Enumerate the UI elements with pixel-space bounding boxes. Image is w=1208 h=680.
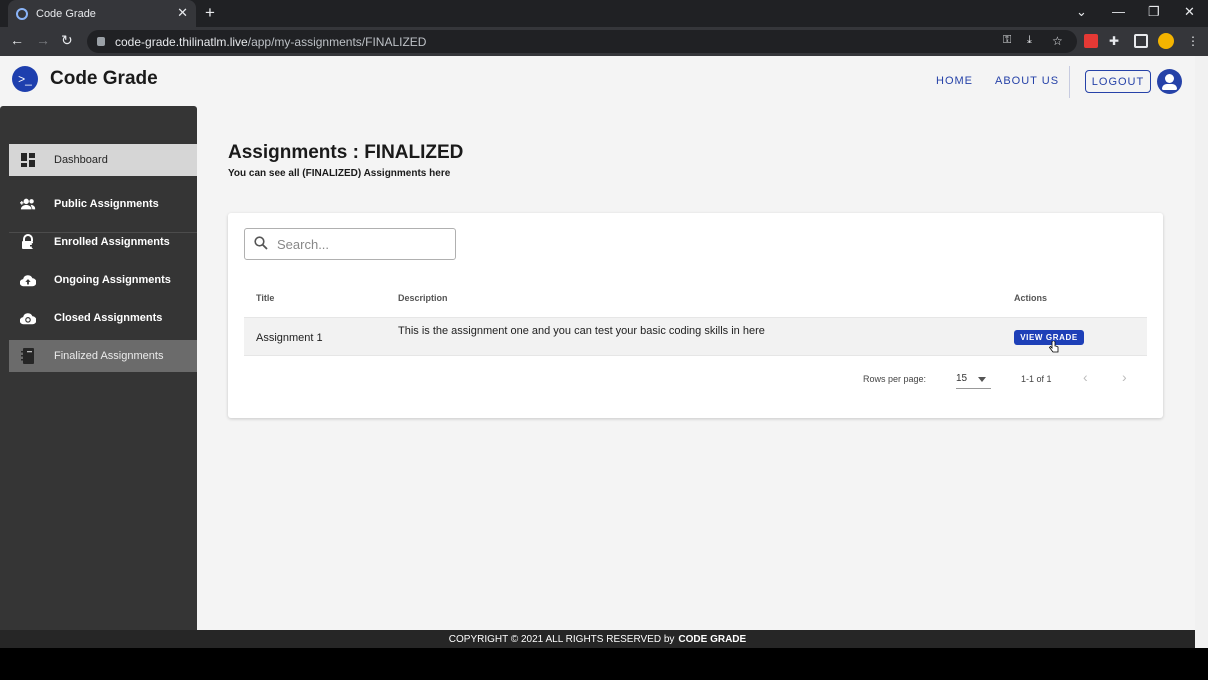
page-title: Assignments : FINALIZED [228,142,464,163]
address-bar[interactable]: code-grade.thilinatlm.live /app/my-assig… [87,30,1077,53]
search-input[interactable] [277,236,447,252]
search-box[interactable] [244,228,456,260]
browser-tab[interactable]: Code Grade ✕ [8,0,196,27]
tab-search-icon[interactable]: ⌄ [1076,4,1087,20]
header-divider [1069,66,1070,98]
next-page-icon[interactable]: › [1122,369,1127,385]
pagination-range: 1-1 of 1 [1021,374,1052,384]
caret-down-icon [978,377,986,382]
sidebar-item-enrolled-assignments[interactable]: Enrolled Assignments [9,226,197,258]
minimize-icon[interactable]: — [1112,4,1125,19]
home-link[interactable]: HOME [936,75,973,87]
footer-brand: CODE GRADE [678,633,747,645]
hand-cursor-icon [1049,341,1059,353]
tab-favicon-icon [16,7,28,20]
notebook-icon [20,348,36,364]
tab-close-icon[interactable]: ✕ [177,5,188,21]
app-header: >_ Code Grade HOME ABOUT US LOGOUT [0,56,1195,106]
browser-tab-strip: Code Grade ✕ + ⌄ — ❐ ✕ [0,0,1208,27]
cloud-sync-icon [20,310,36,326]
rows-per-page-select[interactable]: 15 [956,368,991,389]
logout-button[interactable]: LOGOUT [1085,70,1151,93]
new-tab-icon[interactable]: + [205,3,215,23]
window-close-icon[interactable]: ✕ [1184,4,1195,20]
lock-plus-icon [20,234,36,250]
rows-per-page-label: Rows per page: [863,374,927,384]
assignment-title: Assignment 1 [256,332,323,344]
bookmark-star-icon[interactable]: ☆ [1052,34,1066,48]
code-grade-logo-icon[interactable]: >_ [12,66,38,92]
footer: COPYRIGHT © 2021 ALL RIGHTS RESERVED by … [0,630,1195,648]
dashboard-icon [20,152,36,168]
column-header-actions: Actions [1014,293,1048,303]
app-page: >_ Code Grade HOME ABOUT US LOGOUT Dashb… [0,56,1195,630]
profile-avatar-icon[interactable] [1158,33,1174,49]
tab-title: Code Grade [36,7,96,20]
bottom-black-area [0,648,1208,680]
extensions-puzzle-icon[interactable]: ✚ [1109,34,1123,48]
about-us-link[interactable]: ABOUT US [995,75,1059,87]
sidebar-item-ongoing-assignments[interactable]: Ongoing Assignments [9,264,197,296]
sidebar-item-public-assignments[interactable]: Public Assignments [9,188,197,220]
sidebar-item-label: Dashboard [54,154,108,166]
sidebar-item-dashboard[interactable]: Dashboard [9,144,197,176]
account-avatar-icon[interactable] [1157,69,1182,94]
previous-page-icon[interactable]: ‹ [1083,369,1088,385]
sidebar-item-label: Ongoing Assignments [54,274,171,286]
forward-icon[interactable]: → [36,32,50,48]
restore-icon[interactable]: ❐ [1148,4,1160,20]
url-path: /app/my-assignments/FINALIZED [247,34,427,49]
sidebar-item-label: Enrolled Assignments [54,236,170,248]
assignment-description: This is the assignment one and you can t… [398,325,765,337]
install-icon[interactable]: ⤓ [1027,34,1041,48]
extension-icon[interactable] [1084,34,1098,48]
page-subtitle: You can see all (FINALIZED) Assignments … [228,168,451,179]
sidebar-item-label: Public Assignments [54,198,159,210]
brand-name[interactable]: Code Grade [50,68,158,90]
column-header-description[interactable]: Description [398,293,448,303]
assignments-table-card: Title Description Actions Assignment 1 T… [228,213,1163,418]
sidebar-item-closed-assignments[interactable]: Closed Assignments [9,302,197,334]
rows-per-page-value: 15 [956,373,968,384]
sidebar-item-finalized-assignments[interactable]: Finalized Assignments [9,340,197,372]
sidebar-item-label: Closed Assignments [54,312,163,324]
search-icon [254,235,274,253]
column-header-title[interactable]: Title [256,293,274,303]
side-panel-icon[interactable] [1134,34,1148,48]
page-scrollbar[interactable] [1195,56,1208,648]
reload-icon[interactable]: ↻ [61,32,73,49]
group-add-icon [20,196,36,212]
back-icon[interactable]: ← [10,32,24,48]
cloud-upload-icon [20,272,36,288]
sidebar-item-label: Finalized Assignments [54,350,164,362]
key-icon[interactable]: ⚿ [1003,34,1017,48]
browser-toolbar: ← → ↻ code-grade.thilinatlm.live /app/my… [0,27,1208,56]
footer-copyright: COPYRIGHT © 2021 ALL RIGHTS RESERVED by [448,633,675,645]
table-row[interactable]: Assignment 1 This is the assignment one … [244,317,1147,356]
sidebar: Dashboard Public Assignments Enrolled As… [0,106,197,630]
browser-menu-icon[interactable]: ⋮ [1187,34,1201,48]
url-host: code-grade.thilinatlm.live [115,34,248,49]
lock-icon [97,37,105,46]
